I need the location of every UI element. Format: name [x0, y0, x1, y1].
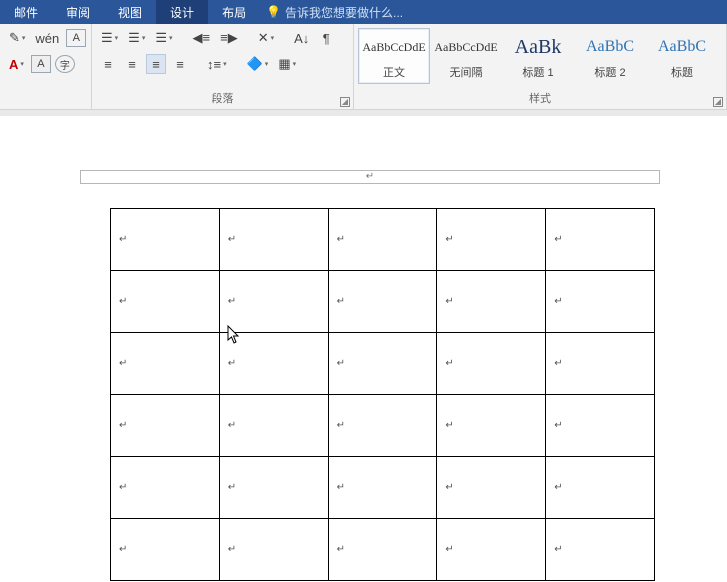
table-cell[interactable]: ↵	[219, 395, 328, 457]
table-cell[interactable]: ↵	[328, 519, 437, 581]
table-row: ↵↵↵↵↵	[111, 519, 655, 581]
table-cell[interactable]: ↵	[111, 271, 220, 333]
asian-layout-button[interactable]: ✕▾	[255, 28, 277, 48]
font-group: ✎▾ wén A A▾ A 字	[0, 24, 92, 109]
table-cell[interactable]: ↵	[219, 209, 328, 271]
table-cell[interactable]: ↵	[111, 519, 220, 581]
paragraph-dialog-launcher[interactable]: ◢	[340, 97, 350, 107]
style-item-4[interactable]: AaBbC 标题	[646, 28, 718, 84]
increase-indent-button[interactable]: ≡▶	[217, 28, 241, 48]
paragraph-mark-icon: ↵	[366, 171, 374, 182]
tab-design[interactable]: 设计	[156, 0, 208, 24]
document-table[interactable]: ↵↵↵↵↵↵↵↵↵↵↵↵↵↵↵↵↵↵↵↵↵↵↵↵↵↵↵↵↵↵	[110, 208, 655, 581]
tab-layout[interactable]: 布局	[208, 0, 260, 24]
table-row: ↵↵↵↵↵	[111, 457, 655, 519]
show-hide-marks-button[interactable]: ¶	[316, 28, 336, 48]
tell-me-placeholder: 告诉我您想要做什么...	[285, 4, 403, 21]
table-cell[interactable]: ↵	[328, 457, 437, 519]
sort-button[interactable]: A↓	[291, 28, 312, 48]
table-cell[interactable]: ↵	[437, 519, 546, 581]
table-cell[interactable]: ↵	[546, 333, 655, 395]
tab-view[interactable]: 视图	[104, 0, 156, 24]
paragraph-group-label: 段落 ◢	[92, 91, 353, 109]
style-preview: AaBbCcDdE	[431, 32, 501, 62]
paragraph-group: ☰▾ ☰▾ ☰▾ ◀≡ ≡▶ ✕▾ A↓ ¶ ≡ ≡ ≡ ≡	[92, 24, 354, 109]
table-cell[interactable]: ↵	[111, 457, 220, 519]
character-border-button[interactable]: A	[66, 29, 86, 47]
style-name-label: 正文	[383, 64, 405, 80]
font-group-label	[0, 91, 91, 109]
lightbulb-icon: 💡	[266, 5, 281, 19]
table-cell[interactable]: ↵	[546, 209, 655, 271]
style-name-label: 无间隔	[450, 64, 483, 80]
table-cell[interactable]: ↵	[437, 209, 546, 271]
enclose-characters-button[interactable]: 字	[55, 55, 75, 73]
table-cell[interactable]: ↵	[437, 333, 546, 395]
align-distribute-button[interactable]: ≡	[170, 54, 190, 74]
font-color-button[interactable]: A▾	[6, 54, 27, 74]
numbering-button[interactable]: ☰▾	[125, 28, 148, 48]
shading-button[interactable]: 🔷▾	[244, 54, 272, 74]
page: ↵ ↵↵↵↵↵↵↵↵↵↵↵↵↵↵↵↵↵↵↵↵↵↵↵↵↵↵↵↵↵↵	[80, 170, 660, 581]
table-cell[interactable]: ↵	[328, 333, 437, 395]
table-width-indicator: ↵	[80, 170, 660, 190]
table-cell[interactable]: ↵	[328, 209, 437, 271]
table-cell[interactable]: ↵	[546, 519, 655, 581]
table-row: ↵↵↵↵↵	[111, 333, 655, 395]
style-preview: AaBbC	[575, 32, 645, 62]
styles-group: AaBbCcDdE 正文 AaBbCcDdE 无间隔 AaBk 标题 1 AaBbC 标题 2…	[354, 24, 727, 109]
tell-me-search[interactable]: 💡 告诉我您想要做什么...	[260, 4, 403, 21]
table-cell[interactable]: ↵	[546, 457, 655, 519]
table-cell[interactable]: ↵	[219, 333, 328, 395]
styles-gallery[interactable]: AaBbCcDdE 正文 AaBbCcDdE 无间隔 AaBk 标题 1 AaBbC 标题 2…	[354, 24, 726, 84]
table-cell[interactable]: ↵	[111, 333, 220, 395]
table-cell[interactable]: ↵	[546, 271, 655, 333]
decrease-indent-button[interactable]: ◀≡	[190, 28, 214, 48]
style-preview: AaBbCcDdE	[359, 32, 429, 62]
style-name-label: 标题 1	[522, 64, 553, 80]
table-cell[interactable]: ↵	[111, 395, 220, 457]
table-cell[interactable]: ↵	[546, 395, 655, 457]
document-area[interactable]: ↵ ↵↵↵↵↵↵↵↵↵↵↵↵↵↵↵↵↵↵↵↵↵↵↵↵↵↵↵↵↵↵	[0, 110, 727, 582]
table-cell[interactable]: ↵	[437, 395, 546, 457]
style-item-1[interactable]: AaBbCcDdE 无间隔	[430, 28, 502, 84]
align-left-button[interactable]: ≡	[98, 54, 118, 74]
line-spacing-button[interactable]: ↕≡▾	[204, 54, 230, 74]
table-row: ↵↵↵↵↵	[111, 395, 655, 457]
style-item-0[interactable]: AaBbCcDdE 正文	[358, 28, 430, 84]
table-cell[interactable]: ↵	[219, 519, 328, 581]
style-name-label: 标题 2	[594, 64, 625, 80]
style-preview: AaBk	[503, 32, 573, 62]
phonetic-guide-button[interactable]: wén	[32, 28, 62, 48]
table-cell[interactable]: ↵	[437, 457, 546, 519]
table-cell[interactable]: ↵	[219, 271, 328, 333]
style-preview: AaBbC	[647, 32, 717, 62]
ribbon-tabs: 邮件 审阅 视图 设计 布局 💡 告诉我您想要做什么...	[0, 0, 727, 24]
table-cell[interactable]: ↵	[437, 271, 546, 333]
align-justify-button[interactable]: ≡	[146, 54, 166, 74]
horizontal-ruler-gap	[0, 110, 727, 116]
table-cell[interactable]: ↵	[219, 457, 328, 519]
format-painter-button[interactable]: ✎▾	[6, 28, 28, 48]
borders-button[interactable]: ▦▾	[275, 54, 299, 74]
table-cell[interactable]: ↵	[111, 209, 220, 271]
styles-group-label: 样式 ◢	[354, 91, 726, 109]
table-row: ↵↵↵↵↵	[111, 209, 655, 271]
character-shading-button[interactable]: A	[31, 55, 51, 73]
multilevel-list-button[interactable]: ☰▾	[152, 28, 175, 48]
tab-review[interactable]: 审阅	[52, 0, 104, 24]
bullets-button[interactable]: ☰▾	[98, 28, 121, 48]
table-cell[interactable]: ↵	[328, 395, 437, 457]
ribbon: ✎▾ wén A A▾ A 字 ☰▾ ☰▾ ☰▾	[0, 24, 727, 110]
table-cell[interactable]: ↵	[328, 271, 437, 333]
style-name-label: 标题	[671, 64, 693, 80]
align-center-button[interactable]: ≡	[122, 54, 142, 74]
table-row: ↵↵↵↵↵	[111, 271, 655, 333]
tab-mail[interactable]: 邮件	[0, 0, 52, 24]
style-item-2[interactable]: AaBk 标题 1	[502, 28, 574, 84]
style-item-3[interactable]: AaBbC 标题 2	[574, 28, 646, 84]
styles-dialog-launcher[interactable]: ◢	[713, 97, 723, 107]
